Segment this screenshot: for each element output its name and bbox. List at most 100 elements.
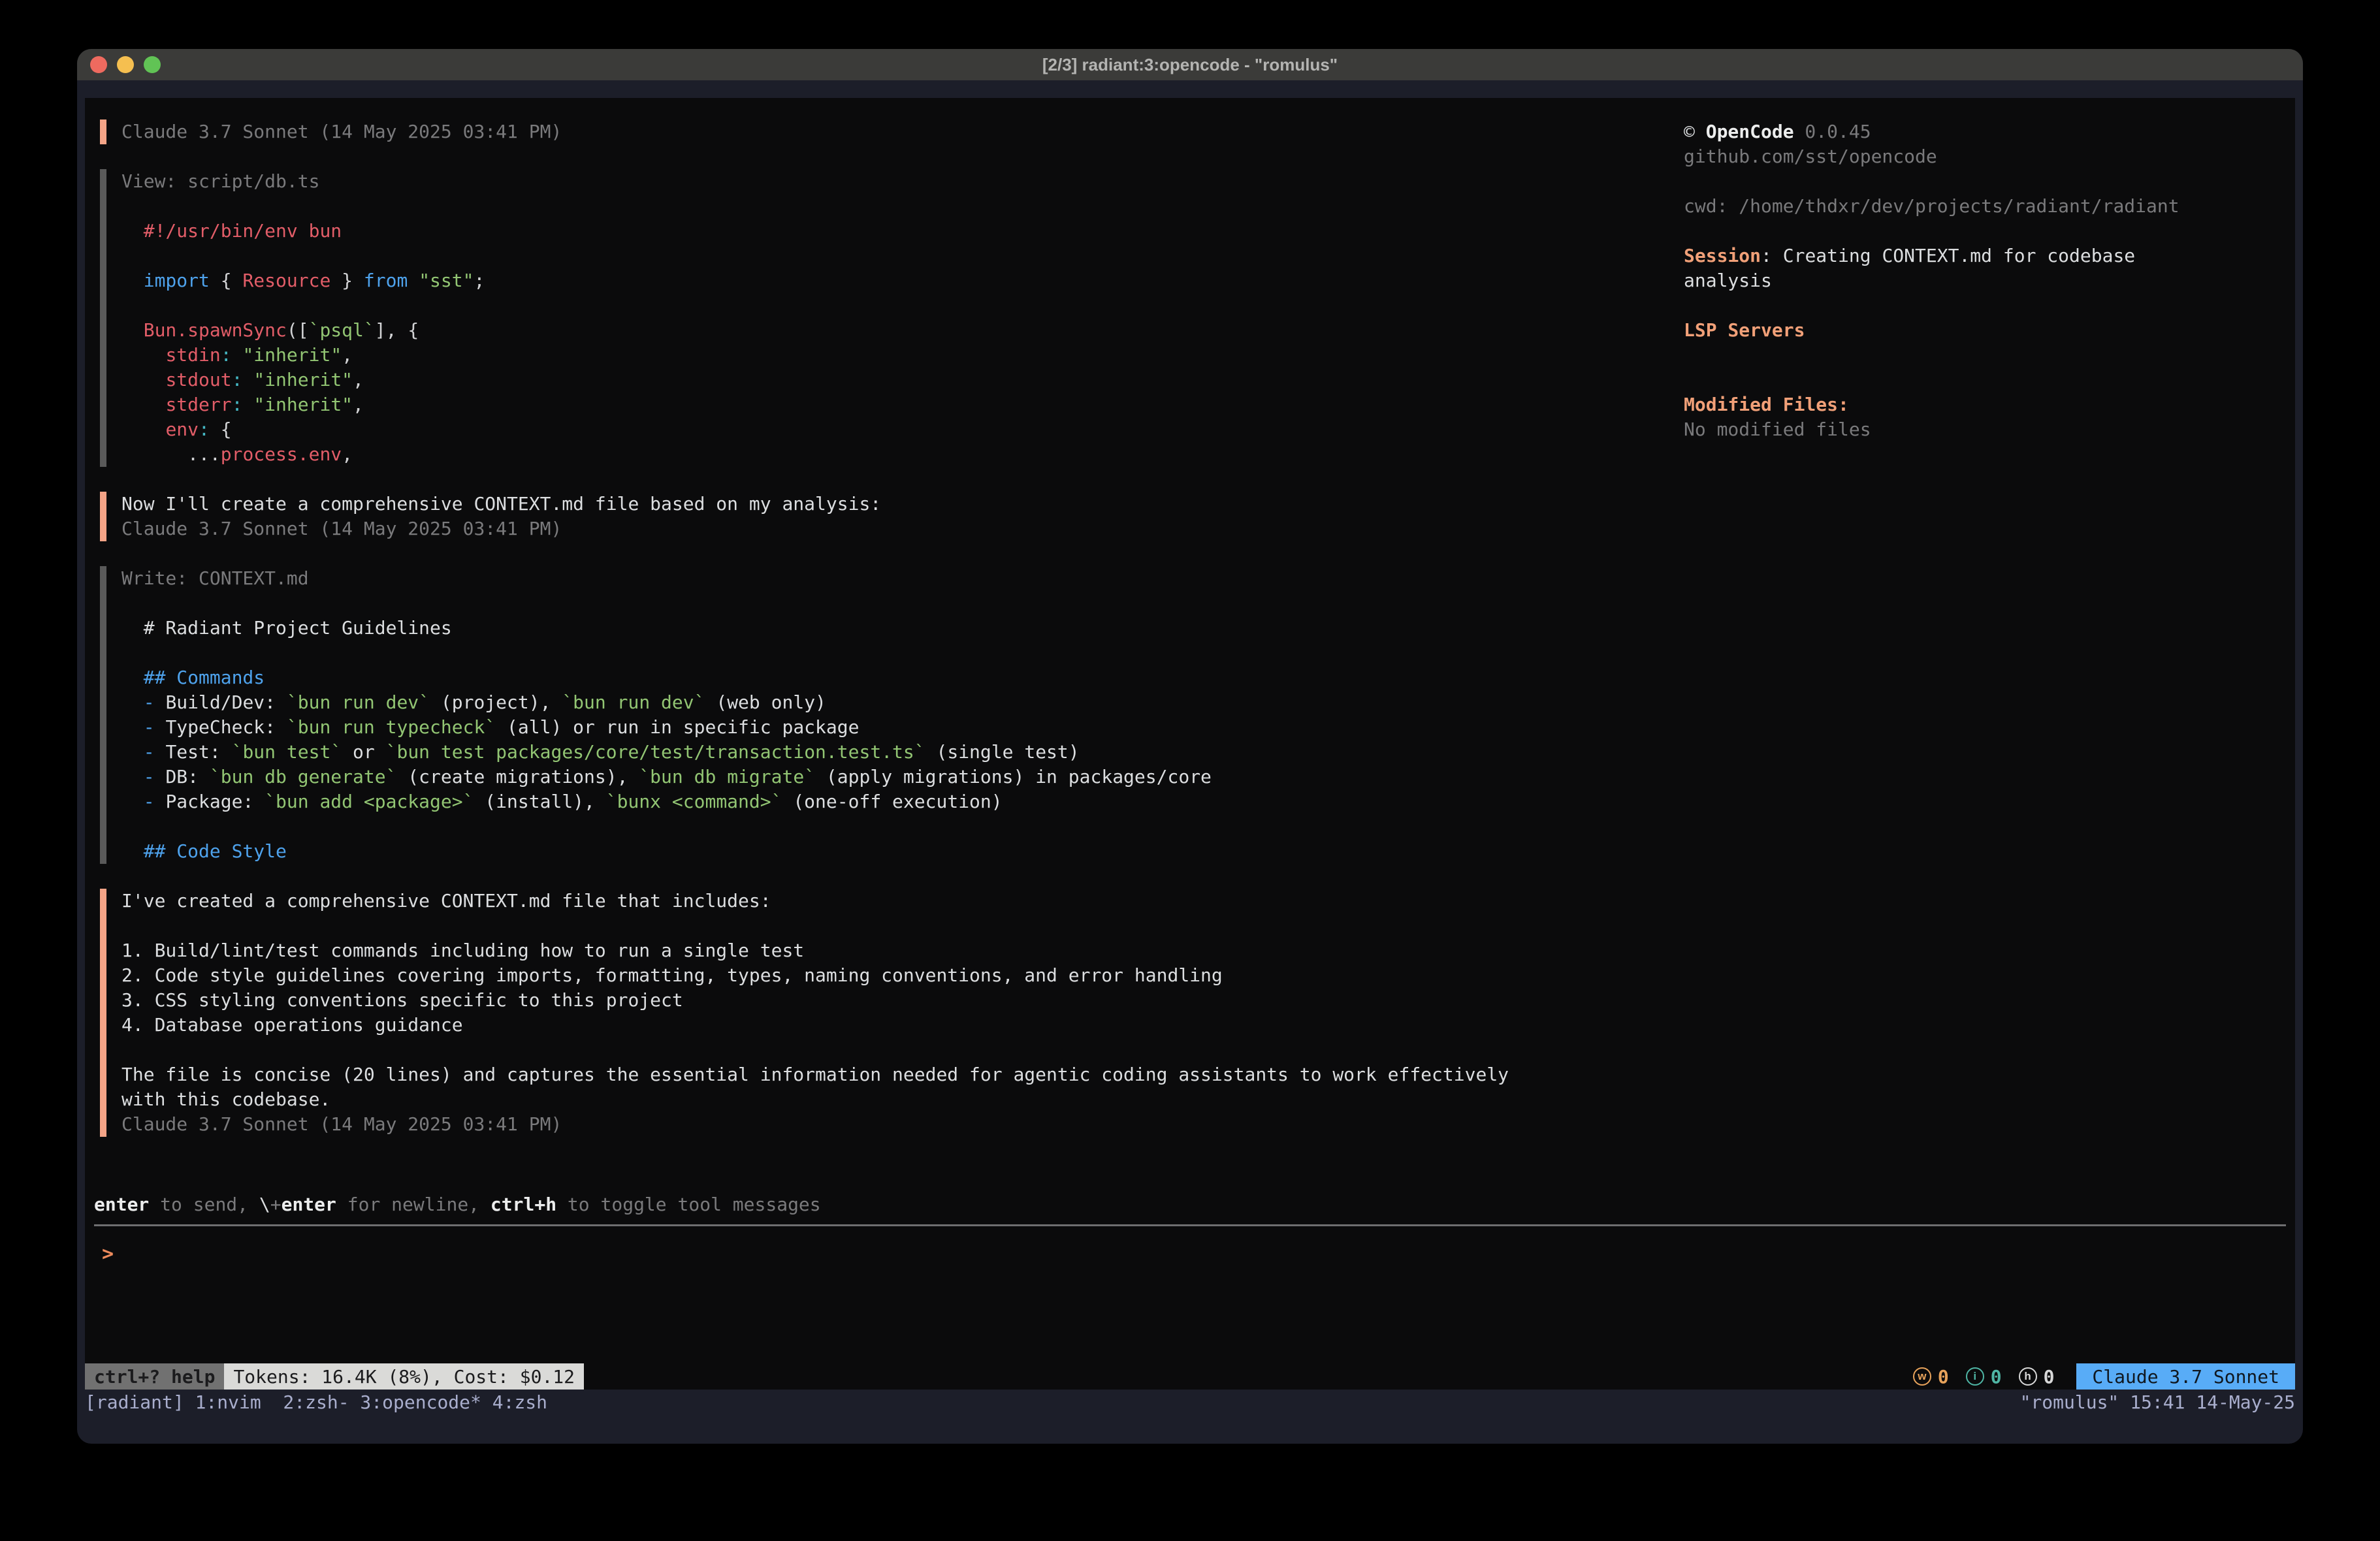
text-segment: Session bbox=[1684, 245, 1761, 266]
text-segment: `bun run typecheck` bbox=[287, 716, 496, 738]
text-segment: (web only) bbox=[705, 691, 826, 713]
text-line: ## Code Style bbox=[121, 839, 1646, 864]
text-segment bbox=[210, 270, 221, 291]
text-line bbox=[121, 641, 1646, 665]
diagnostic-count: 0 bbox=[1991, 1366, 2002, 1388]
text-segment: ... bbox=[187, 443, 221, 465]
text-segment bbox=[210, 419, 221, 440]
text-segment: The file is concise (20 lines) and captu… bbox=[121, 1064, 1509, 1085]
text-segment: 1. Build/lint/test commands including ho… bbox=[121, 940, 804, 961]
text-segment: (install), bbox=[474, 791, 605, 812]
text-segment: , bbox=[353, 369, 364, 390]
hint-segment: + bbox=[270, 1194, 281, 1215]
text-segment: (create migrations), bbox=[396, 766, 639, 787]
text-segment: ## Commands bbox=[144, 667, 265, 688]
hint-segment: to send, bbox=[149, 1194, 259, 1215]
text-segment: (single test) bbox=[925, 741, 1080, 763]
assistant-message-block: Now I'll create a comprehensive CONTEXT.… bbox=[100, 492, 1646, 541]
text-segment: 0.0.45 bbox=[1794, 121, 1871, 142]
text-segment: `bun add <package>` bbox=[265, 791, 474, 812]
text-segment: - bbox=[144, 741, 166, 763]
text-segment: LSP Servers bbox=[1684, 319, 1805, 341]
text-line: ## Commands bbox=[121, 665, 1646, 690]
text-segment: I've created a comprehensive CONTEXT.md … bbox=[121, 890, 771, 912]
tmux-status-bar: [radiant] 1:nvim 2:zsh- 3:opencode* 4:zs… bbox=[85, 1390, 2295, 1414]
text-line bbox=[121, 293, 1646, 318]
text-segment: "inherit" bbox=[253, 369, 353, 390]
text-segment bbox=[121, 791, 144, 812]
text-segment bbox=[121, 766, 144, 787]
text-segment bbox=[330, 270, 342, 291]
text-segment bbox=[121, 716, 144, 738]
keyboard-hints: enter to send, \+enter for newline, ctrl… bbox=[94, 1192, 2286, 1217]
input-area: enter to send, \+enter for newline, ctrl… bbox=[94, 1192, 2286, 1267]
window-titlebar[interactable]: [2/3] radiant:3:opencode - "romulus" bbox=[77, 49, 2303, 80]
text-segment bbox=[353, 270, 364, 291]
input-divider bbox=[94, 1224, 2286, 1226]
terminal-window: [2/3] radiant:3:opencode - "romulus" Cla… bbox=[77, 49, 2303, 1444]
text-segment: `bun test packages/core/test/transaction… bbox=[386, 741, 925, 763]
text-segment: cwd: /home/thdxr/dev/projects/radiant/ra… bbox=[1684, 195, 2179, 217]
text-segment bbox=[121, 220, 144, 242]
text-segment bbox=[121, 319, 144, 341]
text-segment: "sst" bbox=[419, 270, 474, 291]
text-line bbox=[1684, 293, 2291, 318]
text-segment: 2. Code style guidelines covering import… bbox=[121, 964, 1223, 986]
text-line: 1. Build/lint/test commands including ho… bbox=[121, 938, 1646, 963]
diagnostic-count: 0 bbox=[2044, 1366, 2055, 1388]
text-segment: © bbox=[1684, 121, 1706, 142]
circled-w-icon: w bbox=[1913, 1367, 1931, 1386]
hint-segment: \ bbox=[259, 1194, 270, 1215]
text-segment: ([ bbox=[287, 319, 309, 341]
text-segment bbox=[121, 369, 165, 390]
tmux-window-list[interactable]: [radiant] 1:nvim 2:zsh- 3:opencode* 4:zs… bbox=[85, 1391, 547, 1413]
tokens-cost-chip: Tokens: 16.4K (8%), Cost: $0.12 bbox=[224, 1363, 584, 1390]
text-segment: - bbox=[144, 766, 166, 787]
text-segment: 3. CSS styling conventions specific to t… bbox=[121, 989, 683, 1011]
text-line: Modified Files: bbox=[1684, 392, 2291, 417]
text-segment bbox=[121, 741, 144, 763]
text-segment: Claude 3.7 Sonnet (14 May 2025 03:41 PM) bbox=[121, 518, 562, 539]
text-segment: } bbox=[342, 270, 353, 291]
text-segment: Test: bbox=[165, 741, 231, 763]
text-segment: `bunx <command>` bbox=[606, 791, 782, 812]
hint-segment: ctrl+h bbox=[490, 1194, 556, 1215]
text-line: Now I'll create a comprehensive CONTEXT.… bbox=[121, 492, 1646, 516]
text-segment: process.env bbox=[221, 443, 342, 465]
text-segment: No modified files bbox=[1684, 419, 1871, 440]
text-segment: { bbox=[221, 419, 232, 440]
text-line bbox=[121, 814, 1646, 839]
text-segment: : bbox=[221, 344, 232, 366]
info-sidebar: © OpenCode 0.0.45github.com/sst/opencode… bbox=[1684, 119, 2291, 442]
diagnostic-info: i0 bbox=[1966, 1366, 2002, 1388]
text-segment: (project), bbox=[430, 691, 562, 713]
text-segment: stdout bbox=[165, 369, 231, 390]
statusbar-spacer bbox=[584, 1363, 1913, 1390]
text-segment: - bbox=[144, 791, 166, 812]
text-segment: : bbox=[232, 394, 243, 415]
text-line: cwd: /home/thdxr/dev/projects/radiant/ra… bbox=[1684, 194, 2291, 219]
text-segment: `bun test` bbox=[232, 741, 342, 763]
circled-h-icon: h bbox=[2019, 1367, 2037, 1386]
text-segment bbox=[242, 394, 253, 415]
help-chip[interactable]: ctrl+? help bbox=[85, 1363, 224, 1390]
text-line: # Radiant Project Guidelines bbox=[121, 616, 1646, 641]
text-segment: ; bbox=[474, 270, 485, 291]
model-chip[interactable]: Claude 3.7 Sonnet bbox=[2076, 1363, 2295, 1390]
text-segment: Claude 3.7 Sonnet (14 May 2025 03:41 PM) bbox=[121, 121, 562, 142]
text-line: - Build/Dev: `bun run dev` (project), `b… bbox=[121, 690, 1646, 715]
assistant-message-block: Claude 3.7 Sonnet (14 May 2025 03:41 PM) bbox=[100, 119, 1646, 144]
text-line: #!/usr/bin/env bun bbox=[121, 219, 1646, 244]
text-segment: (all) or run in specific package bbox=[496, 716, 859, 738]
text-line: ...process.env, bbox=[121, 442, 1646, 467]
text-segment: - bbox=[144, 716, 166, 738]
text-line bbox=[121, 244, 1646, 268]
text-line: I've created a comprehensive CONTEXT.md … bbox=[121, 889, 1646, 913]
text-segment: `psql` bbox=[309, 319, 375, 341]
text-line: LSP Servers bbox=[1684, 318, 2291, 343]
text-segment: "inherit" bbox=[253, 394, 353, 415]
text-line: - TypeCheck: `bun run typecheck` (all) o… bbox=[121, 715, 1646, 740]
hint-segment: enter bbox=[94, 1194, 149, 1215]
prompt-input[interactable]: > bbox=[94, 1242, 2286, 1267]
text-line: The file is concise (20 lines) and captu… bbox=[121, 1062, 1646, 1087]
